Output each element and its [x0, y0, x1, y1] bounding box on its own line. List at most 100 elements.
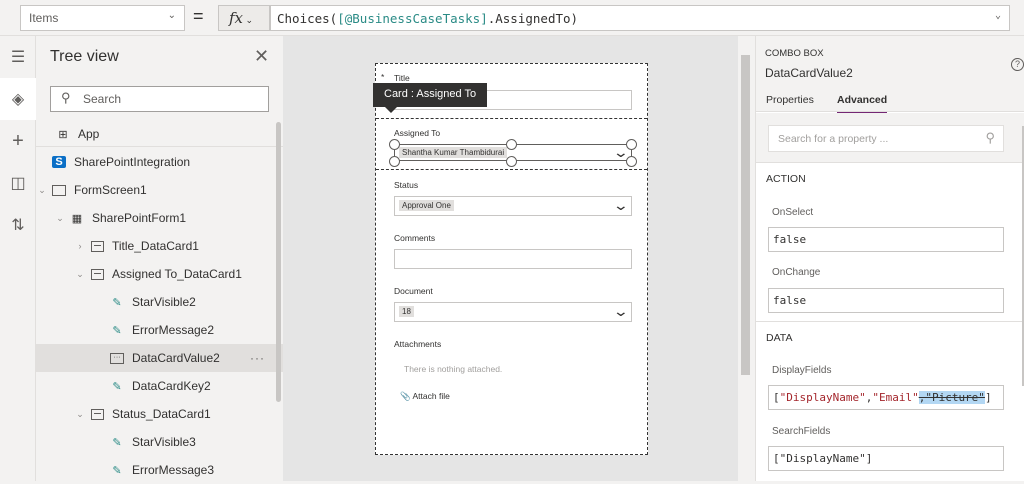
- document-dropdown[interactable]: 18 ⌄: [394, 302, 632, 322]
- search-icon: ⚲: [61, 90, 71, 105]
- tree-item-errormessage2[interactable]: ✎ ErrorMessage2: [36, 316, 276, 344]
- close-icon[interactable]: ✕: [254, 46, 269, 67]
- onchange-label: OnChange: [772, 267, 821, 278]
- database-icon[interactable]: ◫: [0, 162, 36, 204]
- tree-item-errormessage3[interactable]: ✎ ErrorMessage3: [36, 456, 276, 484]
- resize-handle[interactable]: [506, 139, 517, 150]
- code-token: ]: [984, 391, 992, 404]
- label-edit-icon: ✎: [112, 380, 122, 393]
- insert-plus-icon[interactable]: +: [0, 120, 36, 162]
- resize-handle[interactable]: [506, 156, 517, 167]
- searchfields-input[interactable]: ["DisplayName"]: [768, 446, 1004, 471]
- section-data: DATA: [766, 332, 793, 344]
- more-options-icon[interactable]: ···: [250, 351, 265, 365]
- assigned-to-card[interactable]: Assigned To Shantha Kumar Thambidurai ⌄: [376, 118, 647, 170]
- chevron-down-icon[interactable]: ⌄: [36, 185, 48, 196]
- equals-sign: =: [193, 6, 204, 26]
- comments-input[interactable]: [394, 249, 632, 269]
- search-icon: ⚲: [985, 130, 995, 145]
- tree-item-label: SharePointForm1: [92, 211, 187, 225]
- title-label: Title: [394, 73, 410, 83]
- paperclip-icon: 📎: [400, 391, 411, 401]
- section-action: ACTION: [766, 173, 806, 185]
- assigned-to-label: Assigned To: [394, 128, 441, 138]
- tree-item-datacardvalue2[interactable]: ··· DataCardValue2 ···: [36, 344, 283, 372]
- hamburger-menu-icon[interactable]: ☰: [0, 36, 36, 78]
- tree-item-label: StarVisible2: [132, 295, 196, 309]
- chevron-down-icon: ⌄: [167, 10, 176, 21]
- assigned-to-value: Shantha Kumar Thambidurai: [399, 147, 508, 158]
- tree-view-title: Tree view: [50, 48, 119, 65]
- property-dropdown[interactable]: Items ⌄: [20, 5, 185, 31]
- tree-item-label: Status_DataCard1: [112, 407, 211, 421]
- document-label: Document: [394, 286, 433, 296]
- chevron-right-icon[interactable]: ›: [74, 241, 86, 251]
- onchange-input[interactable]: false: [768, 288, 1004, 313]
- chevron-down-icon[interactable]: ⌄: [74, 409, 86, 420]
- formula-input[interactable]: Choices([@BusinessCaseTasks].AssignedTo)…: [270, 5, 1010, 31]
- attachments-label: Attachments: [394, 339, 442, 349]
- tree-item-assignedto-datacard1[interactable]: ⌄ Assigned To_DataCard1: [36, 260, 276, 288]
- property-search-input[interactable]: Search for a property ... ⚲: [768, 125, 1004, 152]
- screen-icon: [52, 184, 66, 196]
- tree-item-sharepointintegration[interactable]: S SharePointIntegration: [36, 148, 276, 176]
- sharepoint-form[interactable]: * Title Assigned To Shantha Kumar Thambi…: [375, 63, 648, 455]
- tree-item-app[interactable]: ⊞ App: [36, 120, 276, 148]
- tree-search-input[interactable]: ⚲ Search: [50, 86, 269, 112]
- search-placeholder: Search for a property ...: [778, 133, 889, 145]
- label-edit-icon: ✎: [112, 324, 122, 337]
- displayfields-label: DisplayFields: [772, 365, 832, 376]
- resize-handle[interactable]: [389, 139, 400, 150]
- tree-item-starvisible2[interactable]: ✎ StarVisible2: [36, 288, 276, 316]
- required-mark: *: [381, 72, 385, 82]
- tree-item-label: Title_DataCard1: [112, 239, 199, 253]
- property-value: Items: [29, 11, 59, 25]
- tree-item-formscreen1[interactable]: ⌄ FormScreen1: [36, 176, 276, 204]
- card-icon: [90, 268, 104, 280]
- tree-item-label: App: [78, 127, 100, 141]
- code-token: [: [773, 391, 780, 404]
- help-icon[interactable]: ?: [1011, 58, 1024, 71]
- tree-item-title-datacard1[interactable]: › Title_DataCard1: [36, 232, 276, 260]
- expand-chevron-icon[interactable]: ⌄: [995, 10, 1001, 21]
- tree-item-sharepointform1[interactable]: ⌄ ▦ SharePointForm1: [36, 204, 276, 232]
- attachments-empty-text: There is nothing attached.: [404, 364, 503, 374]
- properties-panel: COMBO BOX DataCardValue2 ? Properties Ad…: [755, 36, 1024, 481]
- form-icon: ▦: [71, 212, 83, 225]
- left-rail: ☰ ◈ + ◫ ⇅: [0, 36, 36, 481]
- resize-handle[interactable]: [626, 156, 637, 167]
- tree-item-label: DataCardKey2: [132, 379, 211, 393]
- chevron-down-icon[interactable]: ⌄: [54, 213, 66, 224]
- tools-icon[interactable]: ⇅: [0, 204, 36, 246]
- displayfields-input[interactable]: ["DisplayName","Email","Picture"]: [768, 385, 1004, 410]
- label-edit-icon: ✎: [112, 296, 122, 309]
- tree-item-starvisible3[interactable]: ✎ StarVisible3: [36, 428, 276, 456]
- card-icon: [90, 240, 104, 252]
- tree-item-label: ErrorMessage3: [132, 463, 215, 477]
- status-label: Status: [394, 180, 419, 190]
- tree-item-status-datacard1[interactable]: ⌄ Status_DataCard1: [36, 400, 276, 428]
- tree-item-label: DataCardValue2: [132, 351, 220, 365]
- attach-file-link[interactable]: 📎 Attach file: [400, 391, 450, 402]
- tree-scrollbar[interactable]: [276, 122, 281, 402]
- formula-datasource: [@BusinessCaseTasks]: [337, 11, 488, 26]
- fx-button[interactable]: fx ⌄: [218, 5, 270, 31]
- formula-bar: Items ⌄ = fx ⌄ Choices([@BusinessCaseTas…: [0, 0, 1024, 36]
- resize-handle[interactable]: [389, 156, 400, 167]
- chevron-down-icon[interactable]: ⌄: [74, 269, 86, 280]
- app-icon: ⊞: [58, 128, 68, 141]
- chevron-down-icon: ⌄: [612, 197, 630, 213]
- resize-handle[interactable]: [626, 139, 637, 150]
- tab-properties[interactable]: Properties: [766, 94, 814, 106]
- card-icon: [90, 408, 104, 420]
- divider: [756, 321, 1024, 322]
- status-value: Approval One: [399, 200, 454, 211]
- tab-advanced[interactable]: Advanced: [837, 94, 888, 114]
- status-dropdown[interactable]: Approval One ⌄: [394, 196, 632, 216]
- canvas-scrollbar-thumb[interactable]: [741, 55, 750, 375]
- control-type: COMBO BOX: [765, 48, 824, 59]
- onselect-input[interactable]: false: [768, 227, 1004, 252]
- tree-item-datacardkey2[interactable]: ✎ DataCardKey2: [36, 372, 276, 400]
- layers-icon[interactable]: ◈: [0, 78, 36, 120]
- code-string: "DisplayName": [779, 391, 866, 404]
